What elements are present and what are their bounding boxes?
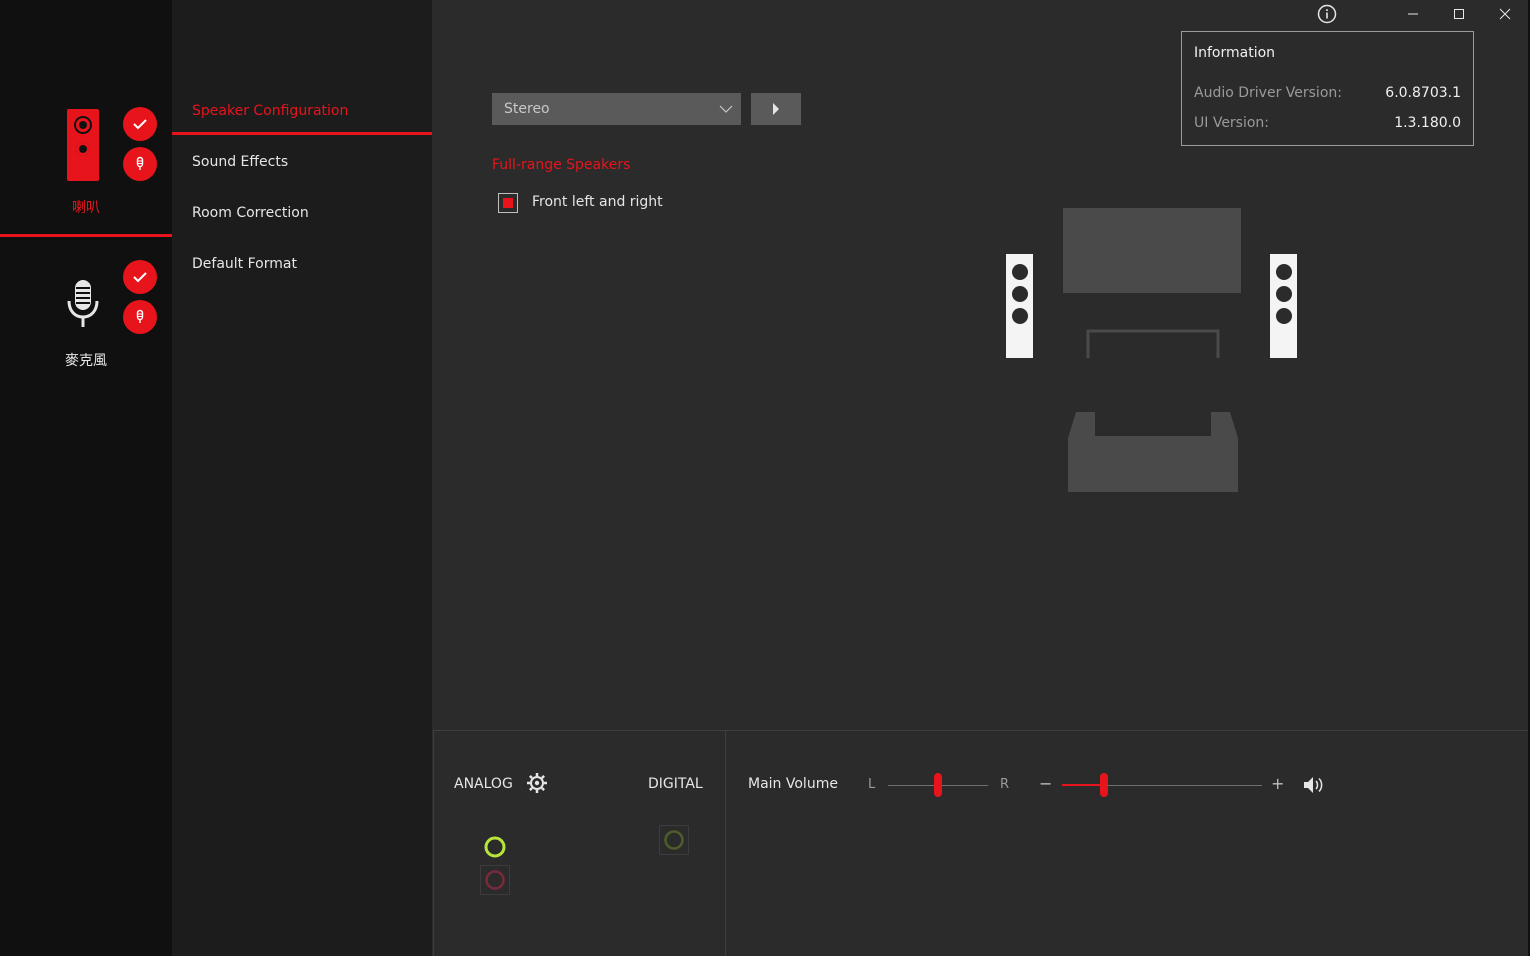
analog-label: ANALOG xyxy=(454,776,513,792)
volume-fill xyxy=(1062,784,1104,786)
mic-comm-button[interactable] xyxy=(123,300,157,334)
play-icon xyxy=(773,103,779,115)
mic-default-check-button[interactable] xyxy=(123,260,157,294)
driver-version-value: 6.0.8703.1 xyxy=(1385,85,1461,101)
digital-jack[interactable] xyxy=(659,825,689,855)
mic-small-icon xyxy=(136,156,144,170)
analog-pink-jack-icon xyxy=(485,870,505,890)
info-button[interactable] xyxy=(1314,2,1340,26)
maximize-button[interactable] xyxy=(1446,2,1472,26)
ui-version-value: 1.3.180.0 xyxy=(1394,115,1461,131)
nav-active-underline xyxy=(172,132,432,135)
balance-slider[interactable] xyxy=(888,773,988,797)
sofa-graphic xyxy=(1068,412,1238,492)
analog-settings-gear-icon[interactable] xyxy=(526,772,548,794)
speaker-room-illustration xyxy=(1006,208,1297,492)
nav-default-format[interactable]: Default Format xyxy=(192,256,297,272)
minimize-icon xyxy=(1408,13,1418,15)
digital-label: DIGITAL xyxy=(648,776,703,792)
front-left-speaker-graphic xyxy=(1006,254,1033,358)
information-panel: Information Audio Driver Version: 6.0.87… xyxy=(1181,31,1474,146)
balance-right-label: R xyxy=(1000,777,1010,792)
mic-small-icon xyxy=(136,309,144,323)
rail-active-indicator xyxy=(0,234,172,237)
maximize-icon xyxy=(1454,9,1464,19)
front-right-speaker-graphic xyxy=(1270,254,1297,358)
speaker-comm-button[interactable] xyxy=(123,147,157,181)
speaker-volume-icon[interactable] xyxy=(1303,776,1325,794)
full-range-speakers-title: Full-range Speakers xyxy=(492,157,631,173)
analog-pink-jack[interactable] xyxy=(480,865,510,895)
table-graphic xyxy=(1086,329,1220,358)
volume-thumb[interactable] xyxy=(1100,773,1108,797)
volume-up-button[interactable]: + xyxy=(1271,774,1284,793)
test-play-button[interactable] xyxy=(751,93,801,125)
device-rail: 喇叭 麥克風 xyxy=(0,0,172,956)
microphone-device-label[interactable]: 麥克風 xyxy=(0,350,172,370)
balance-left-label: L xyxy=(868,777,876,792)
volume-down-button[interactable]: − xyxy=(1039,774,1052,793)
jack-panel: ANALOG DIGITAL xyxy=(433,731,726,956)
front-left-right-label[interactable]: Front left and right xyxy=(532,194,663,210)
close-icon xyxy=(1499,8,1511,20)
minimize-button[interactable] xyxy=(1400,2,1426,26)
nav-sound-effects[interactable]: Sound Effects xyxy=(192,154,288,170)
information-title: Information xyxy=(1194,45,1276,61)
settings-nav: Speaker Configuration Sound Effects Room… xyxy=(172,0,432,956)
nav-speaker-configuration[interactable]: Speaker Configuration xyxy=(192,103,348,119)
check-icon xyxy=(133,272,147,283)
main-volume-slider[interactable] xyxy=(1062,773,1262,797)
chevron-down-icon xyxy=(719,105,733,113)
info-icon xyxy=(1317,4,1337,24)
analog-green-jack-icon[interactable] xyxy=(483,835,507,859)
speaker-device-label[interactable]: 喇叭 xyxy=(0,197,172,217)
speaker-config-dropdown[interactable]: Stereo xyxy=(492,93,741,125)
digital-jack-icon xyxy=(664,830,684,850)
main-volume-label: Main Volume xyxy=(748,776,838,792)
close-button[interactable] xyxy=(1492,2,1518,26)
driver-version-label: Audio Driver Version: xyxy=(1194,85,1342,101)
nav-room-correction[interactable]: Room Correction xyxy=(192,205,309,221)
tv-screen-graphic xyxy=(1063,208,1241,293)
speaker-device-icon[interactable] xyxy=(67,109,99,181)
speaker-default-check-button[interactable] xyxy=(123,107,157,141)
ui-version-label: UI Version: xyxy=(1194,115,1270,131)
check-icon xyxy=(133,119,147,130)
balance-thumb[interactable] xyxy=(934,773,942,797)
microphone-device-icon[interactable] xyxy=(66,279,100,329)
front-left-right-checkbox[interactable] xyxy=(498,193,518,213)
dropdown-value: Stereo xyxy=(504,101,550,117)
